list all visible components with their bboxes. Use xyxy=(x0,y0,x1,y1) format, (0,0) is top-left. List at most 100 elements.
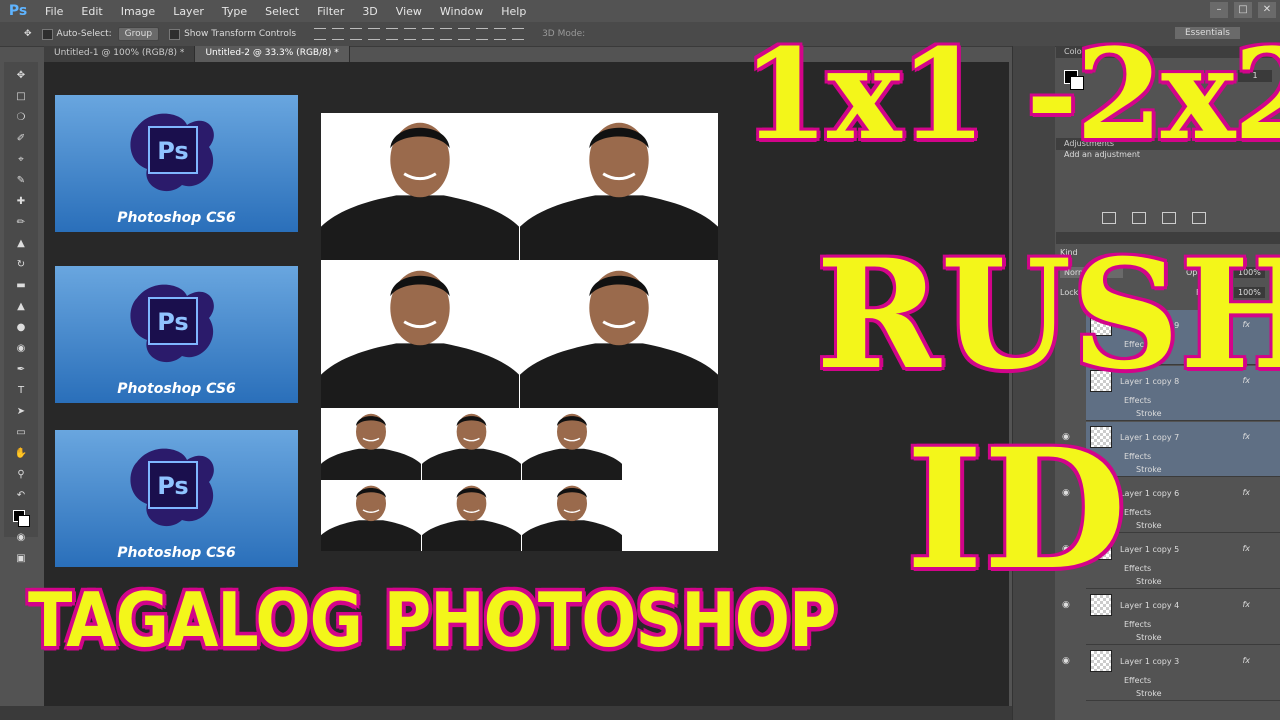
id-photo-1x1[interactable] xyxy=(422,409,521,480)
ps-splat-icon: Ps xyxy=(130,448,214,527)
id-photo-2x2[interactable] xyxy=(321,261,519,408)
quick-select-tool-icon[interactable]: ✐ xyxy=(13,132,29,146)
id-photo-2x2[interactable] xyxy=(520,113,718,260)
menu-help[interactable]: Help xyxy=(492,5,535,18)
distribute-top-icon[interactable] xyxy=(422,28,435,40)
mask-adjust-icon[interactable] xyxy=(1192,212,1206,224)
minimize-icon[interactable]: – xyxy=(1210,2,1228,18)
menu-image[interactable]: Image xyxy=(112,5,164,18)
menu-3d[interactable]: 3D xyxy=(353,5,386,18)
tab-untitled-1[interactable]: Untitled-1 @ 100% (RGB/8) * xyxy=(44,46,196,62)
align-bottom-icon[interactable] xyxy=(350,28,363,40)
fx-icon[interactable]: fx xyxy=(1242,544,1250,553)
healing-tool-icon[interactable]: ✚ xyxy=(13,195,29,209)
group-select[interactable]: Group xyxy=(117,27,160,41)
layer-name[interactable]: Layer 1 copy 5 xyxy=(1120,545,1179,554)
id-photo-2x2[interactable] xyxy=(520,261,718,408)
exposure-adjust-icon[interactable] xyxy=(1162,212,1176,224)
type-tool-icon[interactable]: T xyxy=(13,384,29,398)
history-brush-tool-icon[interactable]: ↻ xyxy=(13,258,29,272)
distribute-right-icon[interactable] xyxy=(512,28,525,40)
align-top-icon[interactable] xyxy=(314,28,327,40)
ps-logo-text: Ps xyxy=(157,472,188,500)
fx-icon[interactable]: fx xyxy=(1242,488,1250,497)
visibility-eye-icon[interactable]: ◉ xyxy=(1062,656,1076,666)
menu-edit[interactable]: Edit xyxy=(72,5,111,18)
move-tool-icon[interactable]: ✥ xyxy=(13,69,29,83)
id-photo-1x1[interactable] xyxy=(321,481,421,551)
crop-tool-icon[interactable]: ⌖ xyxy=(13,153,29,167)
blur-tool-icon[interactable]: ● xyxy=(13,321,29,335)
layer-name[interactable]: Layer 1 copy 6 xyxy=(1120,489,1179,498)
stroke-label: Stroke xyxy=(1136,577,1162,586)
document-tabs: Untitled-1 @ 100% (RGB/8) * Untitled-2 @… xyxy=(44,46,350,62)
eraser-tool-icon[interactable]: ▬ xyxy=(13,279,29,293)
3d-mode-label: 3D Mode: xyxy=(542,29,586,39)
stroke-label: Stroke xyxy=(1136,633,1162,642)
document-canvas[interactable] xyxy=(321,113,718,551)
photoshop-promo-image: Ps Photoshop CS6 xyxy=(55,95,298,232)
menu-select[interactable]: Select xyxy=(256,5,308,18)
bottom-title: TAGALOG PHOTOSHOP xyxy=(28,578,837,665)
color-swatches-icon[interactable] xyxy=(13,510,30,527)
id-photo-1x1[interactable] xyxy=(321,409,421,480)
status-bar xyxy=(0,706,1012,720)
id-photo-1x1[interactable] xyxy=(422,481,521,551)
swap-colors-icon[interactable]: ↶ xyxy=(13,489,29,503)
align-left-icon[interactable] xyxy=(368,28,381,40)
lasso-tool-icon[interactable]: ❍ xyxy=(13,111,29,125)
photoshop-logo: Ps xyxy=(8,3,28,19)
layer-row[interactable]: Layer 1 copy 3 fx Effects Stroke xyxy=(1086,646,1280,701)
distribute-hcenter-icon[interactable] xyxy=(494,28,507,40)
levels-adjust-icon[interactable] xyxy=(1132,212,1146,224)
close-icon[interactable]: ✕ xyxy=(1258,2,1276,18)
distribute-left-icon[interactable] xyxy=(476,28,489,40)
fx-icon[interactable]: fx xyxy=(1242,600,1250,609)
rectangle-tool-icon[interactable]: ▭ xyxy=(13,426,29,440)
show-transform-label: Show Transform Controls xyxy=(184,29,297,39)
eyedropper-tool-icon[interactable]: ✎ xyxy=(13,174,29,188)
align-right-icon[interactable] xyxy=(404,28,417,40)
pen-tool-icon[interactable]: ✒ xyxy=(13,363,29,377)
fx-icon[interactable]: fx xyxy=(1242,656,1250,665)
layer-name[interactable]: Layer 1 copy 7 xyxy=(1120,433,1179,442)
window-controls: – □ ✕ xyxy=(1210,2,1276,18)
align-vcenter-icon[interactable] xyxy=(332,28,345,40)
tab-untitled-2[interactable]: Untitled-2 @ 33.3% (RGB/8) * xyxy=(195,46,350,62)
overlay-line-rush: RUSH xyxy=(816,227,1280,403)
menu-filter[interactable]: Filter xyxy=(308,5,353,18)
layer-name[interactable]: Layer 1 copy 3 xyxy=(1120,657,1179,666)
curves-adjust-icon[interactable] xyxy=(1102,212,1116,224)
id-photo-1x1[interactable] xyxy=(522,481,622,551)
path-select-tool-icon[interactable]: ➤ xyxy=(13,405,29,419)
distribute-bottom-icon[interactable] xyxy=(458,28,471,40)
menu-view[interactable]: View xyxy=(387,5,431,18)
auto-select-checkbox[interactable] xyxy=(41,28,53,40)
effects-label: Effects xyxy=(1124,452,1152,461)
screen-mode-icon[interactable]: ▣ xyxy=(13,552,29,566)
quick-mask-icon[interactable]: ◉ xyxy=(13,531,29,545)
id-photo-1x1[interactable] xyxy=(522,409,622,480)
layer-name[interactable]: Layer 1 copy 4 xyxy=(1120,601,1179,610)
align-hcenter-icon[interactable] xyxy=(386,28,399,40)
hand-tool-icon[interactable]: ✋ xyxy=(13,447,29,461)
move-tool-icon[interactable]: ✥ xyxy=(24,29,32,39)
menu-window[interactable]: Window xyxy=(431,5,492,18)
marquee-tool-icon[interactable]: □ xyxy=(13,90,29,104)
distribute-vcenter-icon[interactable] xyxy=(440,28,453,40)
menu-type[interactable]: Type xyxy=(213,5,256,18)
menu-bar: Ps File Edit Image Layer Type Select Fil… xyxy=(0,0,1280,22)
menu-file[interactable]: File xyxy=(36,5,72,18)
effects-label: Effects xyxy=(1124,676,1152,685)
zoom-tool-icon[interactable]: ⚲ xyxy=(13,468,29,482)
show-transform-checkbox[interactable] xyxy=(169,28,181,40)
brush-tool-icon[interactable]: ✏ xyxy=(13,216,29,230)
dodge-tool-icon[interactable]: ◉ xyxy=(13,342,29,356)
paint-bucket-tool-icon[interactable]: ▲ xyxy=(13,300,29,314)
photoshop-promo-image: Ps Photoshop CS6 xyxy=(55,266,298,403)
fx-icon[interactable]: fx xyxy=(1242,432,1250,441)
maximize-icon[interactable]: □ xyxy=(1234,2,1252,18)
id-photo-2x2[interactable] xyxy=(321,113,519,260)
menu-layer[interactable]: Layer xyxy=(164,5,213,18)
stamp-tool-icon[interactable]: ▲ xyxy=(13,237,29,251)
